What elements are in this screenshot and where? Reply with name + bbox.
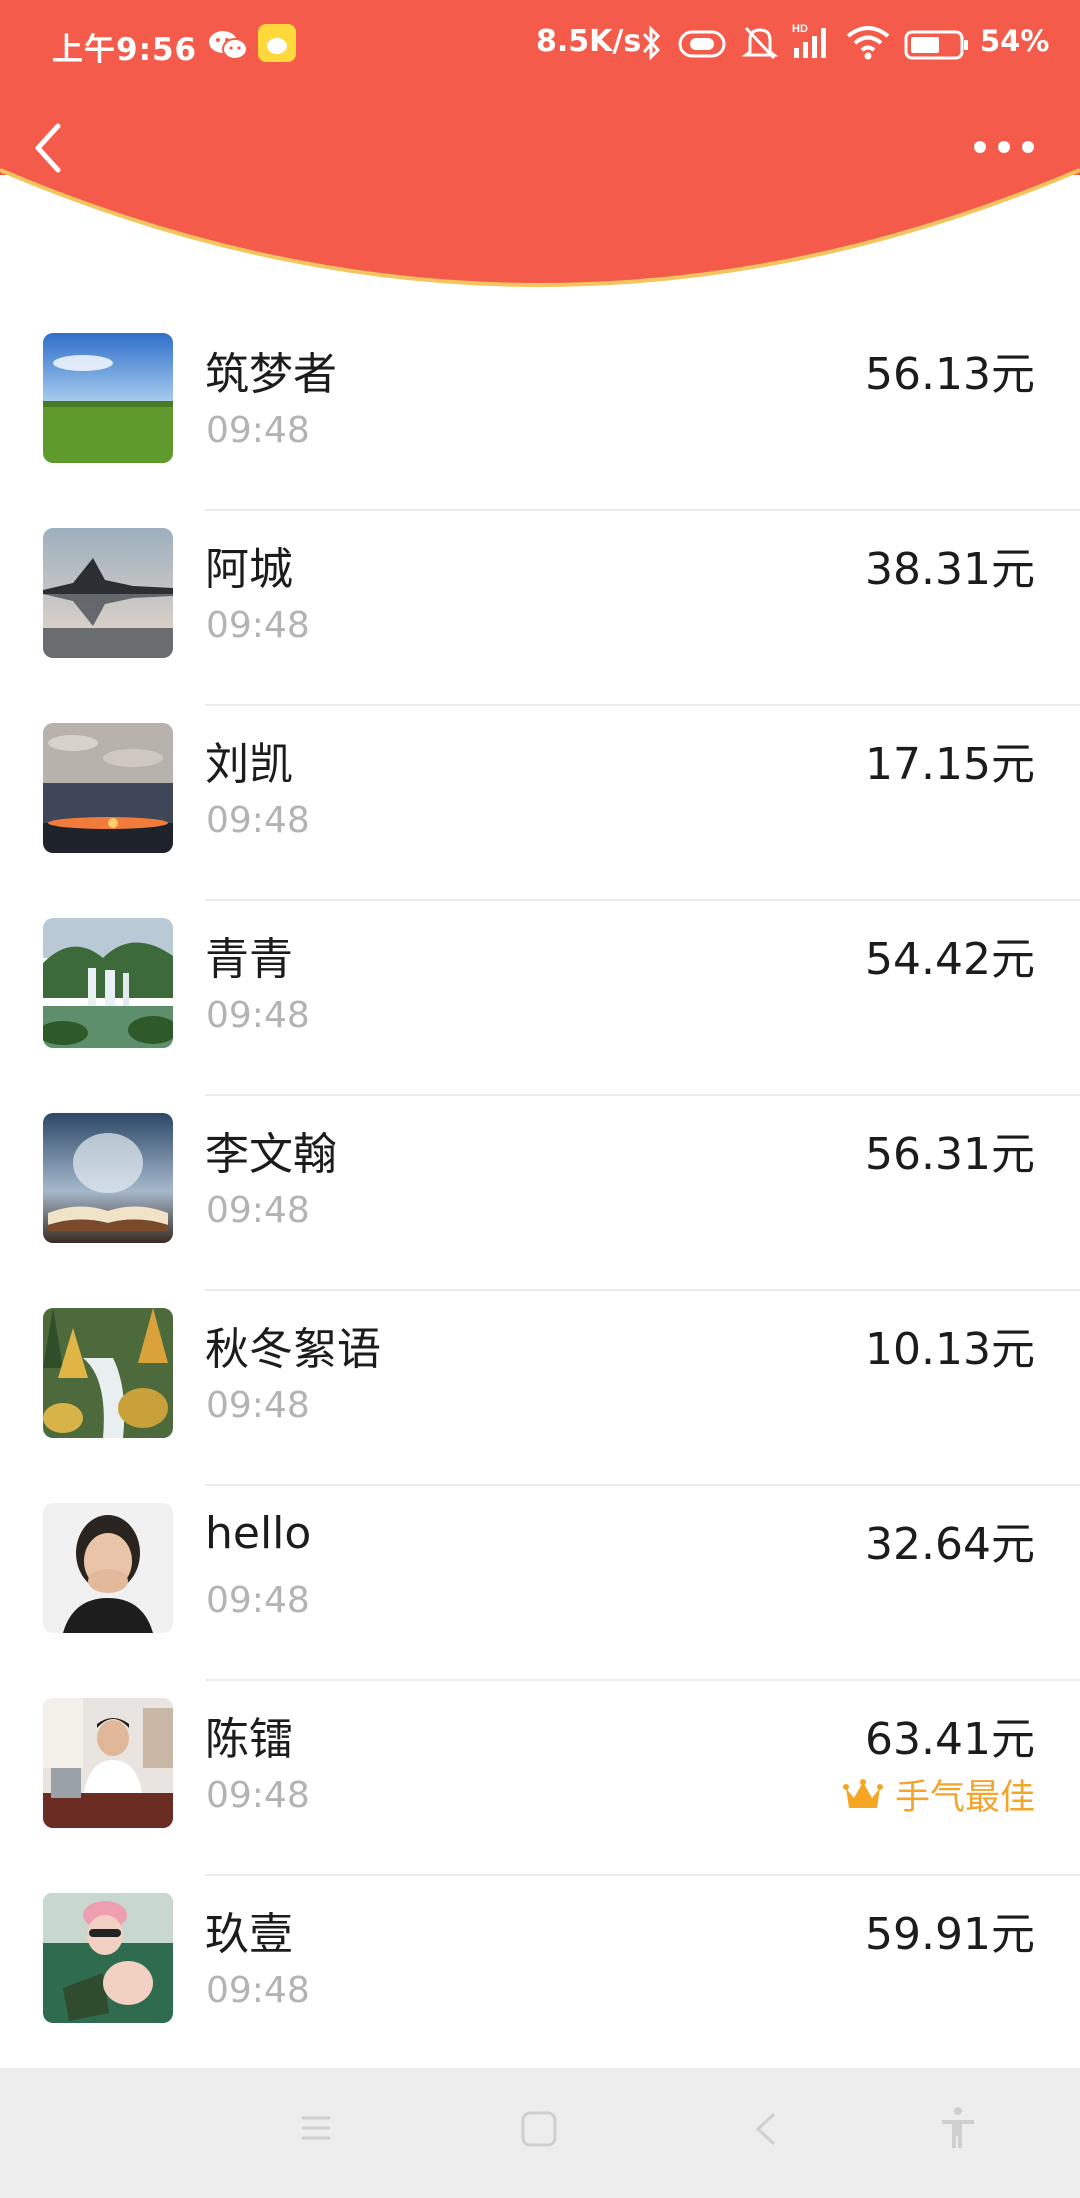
avatar	[43, 1308, 173, 1438]
red-packet-detail-screen: 上午9:56 8.5K/s HD 54% 筑梦者 09:48 56.13元 阿城…	[0, 0, 1080, 2198]
amount: 17.15元	[865, 739, 1035, 790]
recipient-name: 刘凯	[205, 739, 293, 790]
system-nav-bar	[0, 2068, 1080, 2198]
avatar	[43, 1503, 173, 1633]
svg-text:HD: HD	[792, 23, 808, 35]
wechat-icon	[209, 31, 248, 60]
more-dots-icon[interactable]	[972, 132, 1042, 162]
list-item[interactable]: 陈镭 09:48 63.41元 手气最佳	[0, 1681, 1080, 1876]
receive-time: 09:48	[206, 1580, 310, 1621]
list-item[interactable]: 阿城 09:48 38.31元	[0, 511, 1080, 706]
recipient-name: 玖壹	[205, 1909, 293, 1960]
net-speed: 8.5K/s	[536, 24, 642, 59]
receive-time: 09:48	[206, 1190, 310, 1231]
receive-time: 09:48	[206, 800, 310, 841]
amount: 32.64元	[865, 1519, 1035, 1570]
amount: 54.42元	[865, 934, 1035, 985]
mute-bell-icon	[742, 26, 778, 60]
avatar	[43, 918, 173, 1048]
amount: 59.91元	[865, 1909, 1035, 1960]
list-item[interactable]: 玖壹 09:48 59.91元	[0, 1876, 1080, 2071]
list-item[interactable]: 李文翰 09:48 56.31元	[0, 1096, 1080, 1291]
list-item[interactable]: 秋冬絮语 09:48 10.13元	[0, 1291, 1080, 1486]
avatar	[43, 333, 173, 463]
receive-time: 09:48	[206, 995, 310, 1036]
recipient-name: 秋冬絮语	[205, 1324, 381, 1375]
receive-time: 09:48	[206, 605, 310, 646]
receive-time: 09:48	[206, 1970, 310, 2011]
battery-percent: 54%	[980, 24, 1050, 58]
recipient-list: 筑梦者 09:48 56.13元 阿城 09:48 38.31元 刘凯 09:4…	[0, 316, 1080, 2071]
status-time: 上午9:56	[52, 32, 198, 68]
avatar	[43, 723, 173, 853]
receive-time: 09:48	[206, 1385, 310, 1426]
amount: 38.31元	[865, 544, 1035, 595]
avatar	[43, 1893, 173, 2023]
bluetooth-icon	[642, 25, 661, 61]
avatar	[43, 1698, 173, 1828]
list-item[interactable]: hello 09:48 32.64元	[0, 1486, 1080, 1681]
app-notification-icon	[258, 24, 296, 62]
best-luck-label: 手气最佳	[894, 1778, 1035, 1818]
wifi-icon	[846, 26, 890, 60]
recipient-name: 陈镭	[205, 1714, 293, 1765]
list-item[interactable]: 青青 09:48 54.42元	[0, 901, 1080, 1096]
menu-icon[interactable]	[298, 2110, 334, 2146]
vibrate-icon	[678, 30, 726, 58]
recipient-name: 青青	[205, 934, 293, 985]
amount: 63.41元	[865, 1714, 1035, 1765]
list-item[interactable]: 刘凯 09:48 17.15元	[0, 706, 1080, 901]
status-bar: 上午9:56 8.5K/s HD 54%	[0, 0, 1080, 90]
receive-time: 09:48	[206, 410, 310, 451]
recipient-name: 筑梦者	[205, 349, 337, 400]
amount: 10.13元	[865, 1324, 1035, 1375]
list-item[interactable]: 筑梦者 09:48 56.13元	[0, 316, 1080, 511]
chevron-left-icon[interactable]	[28, 118, 78, 178]
battery-icon	[904, 30, 968, 60]
recipient-name: hello	[205, 1508, 312, 1559]
home-square-icon[interactable]	[520, 2110, 558, 2148]
crown-icon	[842, 1778, 883, 1808]
receive-time: 09:48	[206, 1775, 310, 1816]
best-luck-badge: 手气最佳	[842, 1769, 1035, 1820]
back-triangle-icon[interactable]	[754, 2110, 778, 2148]
accessibility-icon[interactable]	[940, 2106, 976, 2150]
amount: 56.13元	[865, 349, 1035, 400]
avatar	[43, 528, 173, 658]
recipient-name: 阿城	[205, 544, 293, 595]
avatar	[43, 1113, 173, 1243]
recipient-name: 李文翰	[205, 1129, 337, 1180]
amount: 56.31元	[865, 1129, 1035, 1180]
hd-signal-icon: HD	[792, 23, 826, 58]
